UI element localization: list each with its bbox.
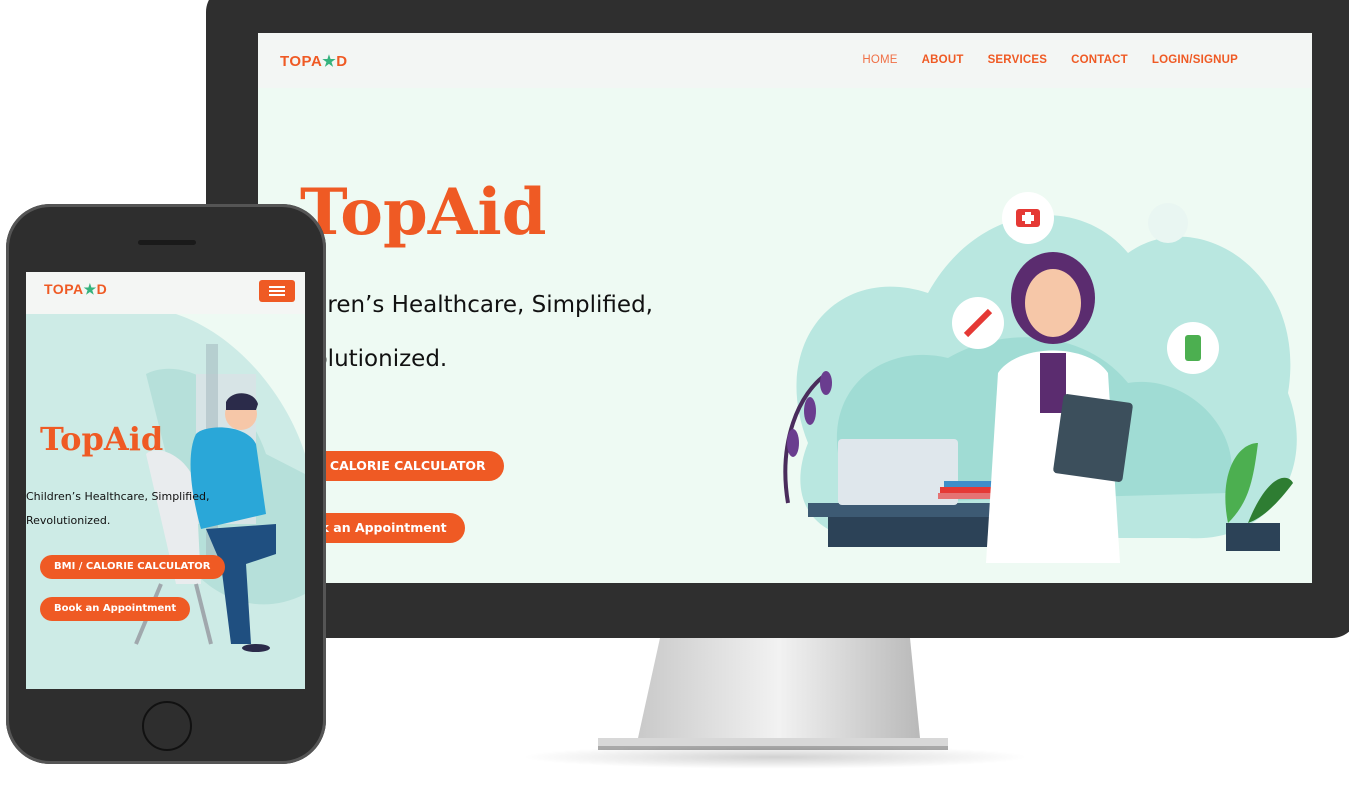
logo-figure-icon: ★ — [322, 53, 337, 70]
nav-about[interactable]: ABOUT — [922, 54, 964, 66]
mobile-bmi-calculator-button[interactable]: BMI / CALORIE CALCULATOR — [40, 555, 225, 579]
mobile-screen: TOPA★D TopAid Children’s Healthcare, Sim… — [26, 272, 305, 689]
hamburger-menu-icon[interactable] — [259, 280, 295, 302]
logo-figure-icon: ★ — [83, 281, 97, 297]
nav-home[interactable]: HOME — [862, 54, 897, 66]
desktop-nav-menu: HOME ABOUT SERVICES CONTACT LOGIN/SIGNUP — [862, 54, 1238, 66]
nav-services[interactable]: SERVICES — [988, 54, 1048, 66]
monitor-stand — [598, 638, 948, 750]
nav-login-signup[interactable]: LOGIN/SIGNUP — [1152, 54, 1238, 66]
mobile-logo[interactable]: TOPA★D — [44, 281, 107, 298]
phone-home-button[interactable] — [142, 701, 192, 751]
desktop-navbar: TOPA★D HOME ABOUT SERVICES CONTACT LOGIN… — [258, 33, 1312, 88]
mobile-hero-subtitle: Children’s Healthcare, Simplified, Revol… — [26, 490, 210, 527]
stand-shadow — [520, 745, 1030, 769]
phone-speaker — [138, 240, 196, 245]
desktop-hero-subtitle: ildren’s Healthcare, Simplified, volutio… — [300, 292, 653, 372]
nav-contact[interactable]: CONTACT — [1071, 54, 1128, 66]
doctor-illustration — [783, 192, 1297, 563]
desktop-logo[interactable]: TOPA★D — [280, 52, 348, 70]
mobile-hero-title: TopAid — [40, 420, 164, 458]
mobile-navbar: TOPA★D — [26, 272, 305, 314]
desktop-screen: TOPA★D HOME ABOUT SERVICES CONTACT LOGIN… — [258, 33, 1312, 583]
mobile-book-appointment-button[interactable]: Book an Appointment — [40, 597, 191, 621]
desktop-hero-title: TopAid — [300, 175, 547, 250]
